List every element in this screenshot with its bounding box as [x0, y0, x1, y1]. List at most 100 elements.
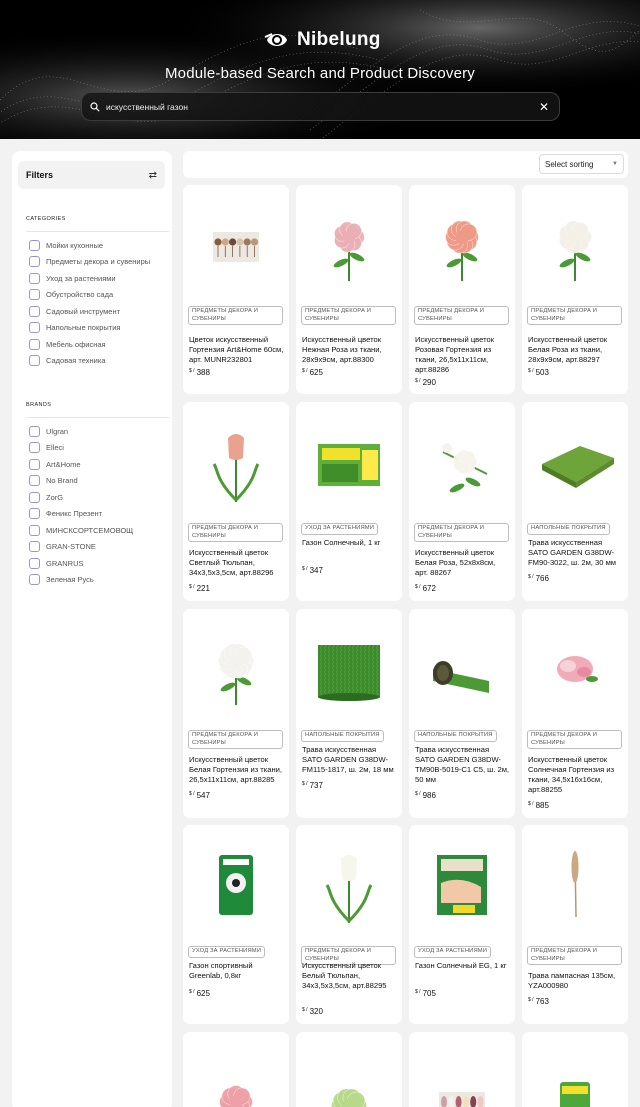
product-title[interactable]: Газон Солнечный EG, 1 кг: [415, 961, 510, 971]
category-badge[interactable]: ПРЕДМЕТЫ ДЕКОРА И СУВЕНИРЫ: [301, 306, 396, 325]
search-bar[interactable]: ✕: [81, 92, 560, 121]
checkbox[interactable]: [29, 322, 40, 334]
category-filter-item[interactable]: Садовый инструмент: [29, 303, 150, 320]
product-card[interactable]: ПРЕДМЕТЫ ДЕКОРА И СУВЕНИРЫ Искусственный …: [409, 185, 515, 394]
category-badge[interactable]: ПРЕДМЕТЫ ДЕКОРА И СУВЕНИРЫ: [414, 306, 509, 325]
brand-filter-item[interactable]: No Brand: [29, 473, 133, 490]
pampas-icon: [571, 851, 579, 918]
product-card[interactable]: НАПОЛЬНЫЕ ПОКРЫТИЯ Трава искусственная SA…: [409, 609, 515, 818]
product-title[interactable]: Искусственный цветок Солнечная Гортензия…: [528, 755, 623, 795]
product-card[interactable]: [522, 1032, 628, 1107]
product-card[interactable]: ПРЕДМЕТЫ ДЕКОРА И СУВЕНИРЫ Искусственный …: [183, 402, 289, 601]
product-title[interactable]: Искусственный цветок Белый Тюльпан, 34х3…: [302, 961, 397, 991]
category-badge[interactable]: УХОД ЗА РАСТЕНИЯМИ: [414, 946, 492, 958]
category-filter-label: Предметы декора и сувениры: [46, 257, 151, 267]
product-title[interactable]: Искусственный цветок Белая Гортензия из …: [189, 755, 284, 785]
category-filter-item[interactable]: Садовая техника: [29, 353, 150, 370]
category-badge[interactable]: ПРЕДМЕТЫ ДЕКОРА И СУВЕНИРЫ: [527, 306, 622, 325]
category-badge[interactable]: УХОД ЗА РАСТЕНИЯМИ: [301, 523, 379, 535]
product-title[interactable]: Трава искусственная SATO GARDEN G38DW-TM…: [415, 745, 510, 785]
product-card[interactable]: [183, 1032, 289, 1107]
category-filter-item[interactable]: Напольные покрытия: [29, 320, 150, 337]
category-badge[interactable]: ПРЕДМЕТЫ ДЕКОРА И СУВЕНИРЫ: [527, 730, 622, 749]
filters-title: Filters: [26, 170, 54, 180]
category-badge[interactable]: ПРЕДМЕТЫ ДЕКОРА И СУВЕНИРЫ: [414, 523, 509, 542]
currency-label: $ /: [302, 781, 308, 787]
brand-filter-item[interactable]: Феникс Презент: [29, 506, 133, 523]
category-filter-item[interactable]: Мебель офисная: [29, 336, 150, 353]
product-title[interactable]: Газон спортивный Greenlab, 0,8кг: [189, 961, 284, 981]
category-badge[interactable]: ПРЕДМЕТЫ ДЕКОРА И СУВЕНИРЫ: [188, 523, 283, 542]
product-title[interactable]: Искусственный цветок Розовая Гортензия и…: [415, 335, 510, 375]
brand-filter-item[interactable]: Art&Home: [29, 456, 133, 473]
clear-search-icon[interactable]: ✕: [537, 100, 551, 114]
product-title[interactable]: Трава искусственная SATO GARDEN G38DW-FM…: [302, 745, 397, 775]
product-title[interactable]: Искусственный цветок Светлый Тюльпан, 34…: [189, 548, 284, 578]
product-card[interactable]: НАПОЛЬНЫЕ ПОКРЫТИЯ Трава искусственная SA…: [522, 402, 628, 601]
product-card[interactable]: ПРЕДМЕТЫ ДЕКОРА И СУВЕНИРЫ Искусственный …: [522, 609, 628, 818]
product-title[interactable]: Цветок искусственный Гортензия Art&Home …: [189, 335, 284, 365]
category-badge[interactable]: НАПОЛЬНЫЕ ПОКРЫТИЯ: [301, 730, 384, 742]
product-card[interactable]: ПРЕДМЕТЫ ДЕКОРА И СУВЕНИРЫ Искусственный …: [296, 185, 402, 394]
category-badge[interactable]: НАПОЛЬНЫЕ ПОКРЫТИЯ: [414, 730, 497, 742]
category-badge[interactable]: ПРЕДМЕТЫ ДЕКОРА И СУВЕНИРЫ: [527, 946, 622, 965]
category-badge[interactable]: ПРЕДМЕТЫ ДЕКОРА И СУВЕНИРЫ: [188, 730, 283, 749]
checkbox[interactable]: [29, 491, 40, 503]
product-title[interactable]: Газон Солнечный, 1 кг: [302, 538, 397, 548]
category-filter-item[interactable]: Обустройство сада: [29, 287, 150, 304]
product-title[interactable]: Трава искусственная SATO GARDEN G38DW-FM…: [528, 538, 623, 568]
search-input[interactable]: [106, 101, 537, 112]
product-title[interactable]: Искусственный цветок Нежная Роза из ткан…: [302, 335, 397, 365]
product-card[interactable]: ПРЕДМЕТЫ ДЕКОРА И СУВЕНИРЫ Искусственный …: [409, 402, 515, 601]
checkbox[interactable]: [29, 272, 40, 284]
price-value: 672: [422, 584, 436, 593]
brand-filter-item[interactable]: Elleci: [29, 440, 133, 457]
product-card[interactable]: [296, 1032, 402, 1107]
checkbox[interactable]: [29, 442, 40, 454]
product-card[interactable]: ПРЕДМЕТЫ ДЕКОРА И СУВЕНИРЫ Искусственный …: [183, 609, 289, 818]
product-card[interactable]: УХОД ЗА РАСТЕНИЯМИ Газон Солнечный EG, 1 …: [409, 825, 515, 1024]
category-badge[interactable]: ПРЕДМЕТЫ ДЕКОРА И СУВЕНИРЫ: [188, 306, 283, 325]
brand-filter-item[interactable]: GRAN-STONE: [29, 539, 133, 556]
checkbox[interactable]: [29, 338, 40, 350]
sort-select[interactable]: Select sorting ▼: [539, 154, 624, 174]
product-card[interactable]: ПРЕДМЕТЫ ДЕКОРА И СУВЕНИРЫ Трава пампасна…: [522, 825, 628, 1024]
reset-filters-icon[interactable]: ⇄: [149, 170, 157, 181]
checkbox[interactable]: [29, 305, 40, 317]
brand-filter-item[interactable]: GRANRUS: [29, 555, 133, 572]
product-card[interactable]: ПРЕДМЕТЫ ДЕКОРА И СУВЕНИРЫ Искусственный …: [522, 185, 628, 394]
product-card[interactable]: [409, 1032, 515, 1107]
checkbox[interactable]: [29, 239, 40, 251]
category-filter-item[interactable]: Мойки кухонные: [29, 237, 150, 254]
checkbox[interactable]: [29, 256, 40, 268]
product-card[interactable]: УХОД ЗА РАСТЕНИЯМИ Газон спортивный Green…: [183, 825, 289, 1024]
product-card[interactable]: НАПОЛЬНЫЕ ПОКРЫТИЯ Трава искусственная SA…: [296, 609, 402, 818]
product-title[interactable]: Трава пампасная 135см, YZA000980: [528, 971, 623, 991]
checkbox[interactable]: [29, 355, 40, 367]
checkbox[interactable]: [29, 574, 40, 586]
checkbox[interactable]: [29, 557, 40, 569]
product-card[interactable]: ПРЕДМЕТЫ ДЕКОРА И СУВЕНИРЫ Цветок искусст…: [183, 185, 289, 394]
product-card[interactable]: УХОД ЗА РАСТЕНИЯМИ Газон Солнечный, 1 кг $…: [296, 402, 402, 601]
category-badge[interactable]: НАПОЛЬНЫЕ ПОКРЫТИЯ: [527, 523, 610, 535]
product-title[interactable]: Искусственный цветок Белая Роза, 52х8х8с…: [415, 548, 510, 578]
product-title[interactable]: Искусственный цветок Белая Роза из ткани…: [528, 335, 623, 365]
price-value: 705: [422, 989, 436, 998]
brand-filter-item[interactable]: ZorG: [29, 489, 133, 506]
checkbox[interactable]: [29, 425, 40, 437]
checkbox[interactable]: [29, 524, 40, 536]
checkbox[interactable]: [29, 458, 40, 470]
checkbox[interactable]: [29, 508, 40, 520]
checkbox[interactable]: [29, 475, 40, 487]
checkbox[interactable]: [29, 289, 40, 301]
product-card[interactable]: ПРЕДМЕТЫ ДЕКОРА И СУВЕНИРЫ Искусственный …: [296, 825, 402, 1024]
category-filter-item[interactable]: Предметы декора и сувениры: [29, 254, 150, 271]
brand-logo[interactable]: Nibelung: [264, 27, 381, 53]
category-badge[interactable]: УХОД ЗА РАСТЕНИЯМИ: [188, 946, 266, 958]
category-filter-item[interactable]: Уход за растениями: [29, 270, 150, 287]
brand-filter-item[interactable]: Ulgran: [29, 423, 133, 440]
brand-filter-label: GRAN-STONE: [46, 542, 96, 552]
brand-filter-item[interactable]: Зеленая Русь: [29, 572, 133, 589]
brand-filter-item[interactable]: МИНСКСОРТСЕМОВОЩ: [29, 522, 133, 539]
checkbox[interactable]: [29, 541, 40, 553]
